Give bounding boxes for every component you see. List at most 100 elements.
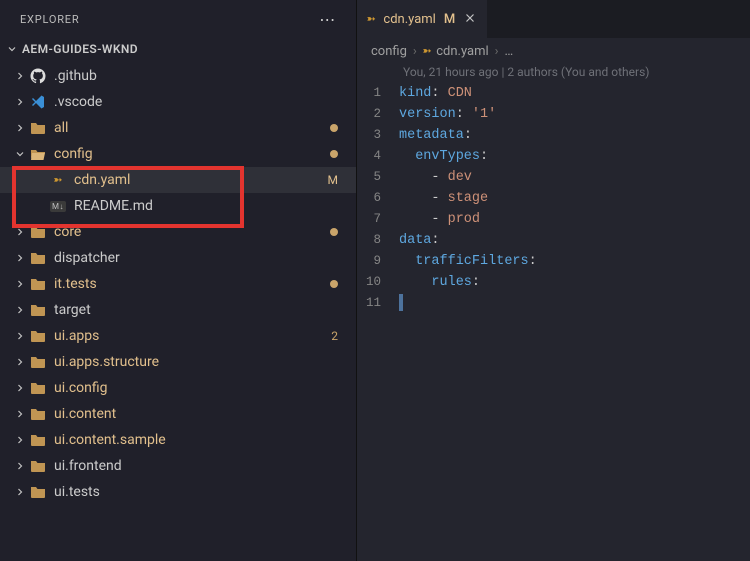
chevron-right-icon[interactable] <box>12 380 28 396</box>
code-line[interactable]: 8data: <box>357 230 750 251</box>
folder-ui-tests[interactable]: ui.tests <box>0 479 356 505</box>
file-cdn-yaml[interactable]: ➳cdn.yamlM <box>0 167 356 193</box>
line-number: 8 <box>357 230 399 251</box>
folder-icon <box>28 407 48 421</box>
chevron-right-icon[interactable] <box>12 68 28 84</box>
git-modified-dot-icon <box>330 280 338 288</box>
folder--github[interactable]: .github <box>0 63 356 89</box>
explorer-sidebar: EXPLORER ⋯ AEM-GUIDES-WKND .github .vscod… <box>0 0 357 561</box>
code-line[interactable]: 11 <box>357 293 750 314</box>
folder-icon <box>28 277 48 291</box>
chevron-right-icon[interactable] <box>12 94 28 110</box>
folder-config[interactable]: config <box>0 141 356 167</box>
tree-item-label: ui.content <box>54 406 324 422</box>
tree-item-label: ui.config <box>54 380 324 396</box>
github-icon <box>28 68 48 84</box>
line-number: 4 <box>357 146 399 167</box>
chevron-right-icon[interactable] <box>12 302 28 318</box>
folder-icon <box>28 459 48 473</box>
line-number: 10 <box>357 272 399 293</box>
code-line[interactable]: 3metadata: <box>357 125 750 146</box>
code-line[interactable]: 7 - prod <box>357 209 750 230</box>
code-line[interactable]: 9 trafficFilters: <box>357 251 750 272</box>
folder-it-tests[interactable]: it.tests <box>0 271 356 297</box>
folder-icon <box>28 329 48 343</box>
folder-ui-apps[interactable]: ui.apps2 <box>0 323 356 349</box>
file-readme-md[interactable]: M↓README.md <box>0 193 356 219</box>
folder-icon <box>28 433 48 447</box>
workspace-header[interactable]: AEM-GUIDES-WKND <box>0 37 356 61</box>
tree-item-label: ui.apps <box>54 328 324 344</box>
line-number: 3 <box>357 125 399 146</box>
yaml-icon: ➳ <box>48 175 68 186</box>
chevron-right-icon: › <box>495 44 499 59</box>
code-line[interactable]: 6 - stage <box>357 188 750 209</box>
tree-item-label: config <box>54 146 324 162</box>
tree-item-label: core <box>54 224 324 240</box>
code-line[interactable]: 2version: '1' <box>357 104 750 125</box>
line-number: 1 <box>357 83 399 104</box>
code-line[interactable]: 4 envTypes: <box>357 146 750 167</box>
more-actions-icon[interactable]: ⋯ <box>319 10 342 29</box>
git-blame-annotation: You, 21 hours ago | 2 authors (You and o… <box>357 63 750 83</box>
chevron-down-icon <box>4 41 20 57</box>
code-line[interactable]: 10 rules: <box>357 272 750 293</box>
tree-item-label: ui.frontend <box>54 458 324 474</box>
line-number: 6 <box>357 188 399 209</box>
close-icon[interactable] <box>463 11 477 29</box>
tree-item-label: .vscode <box>54 94 324 110</box>
line-number: 11 <box>357 293 399 314</box>
folder-target[interactable]: target <box>0 297 356 323</box>
chevron-right-icon[interactable] <box>12 224 28 240</box>
folder-ui-content[interactable]: ui.content <box>0 401 356 427</box>
tree-item-label: .github <box>54 68 324 84</box>
explorer-header: EXPLORER ⋯ <box>0 0 356 37</box>
breadcrumb-file[interactable]: ➳ cdn.yaml <box>423 44 489 59</box>
folder-icon <box>28 121 48 135</box>
chevron-right-icon[interactable] <box>12 276 28 292</box>
code-line[interactable]: 5 - dev <box>357 167 750 188</box>
folder-ui-apps-structure[interactable]: ui.apps.structure <box>0 349 356 375</box>
code-area[interactable]: 1kind: CDN2version: '1'3metadata:4 envTy… <box>357 83 750 314</box>
folder-core[interactable]: core <box>0 219 356 245</box>
tree-item-label: ui.tests <box>54 484 324 500</box>
tab-cdn-yaml[interactable]: ➳ cdn.yaml M <box>357 0 487 38</box>
code-line[interactable]: 1kind: CDN <box>357 83 750 104</box>
chevron-right-icon: › <box>413 44 417 59</box>
chevron-right-icon[interactable] <box>12 120 28 136</box>
chevron-right-icon[interactable] <box>12 328 28 344</box>
tree-item-label: cdn.yaml <box>74 172 324 188</box>
folder-dispatcher[interactable]: dispatcher <box>0 245 356 271</box>
tree-item-label: ui.apps.structure <box>54 354 324 370</box>
breadcrumb-file-label: cdn.yaml <box>436 44 488 59</box>
chevron-right-icon[interactable] <box>12 354 28 370</box>
git-modified-dot-icon <box>330 150 338 158</box>
chevron-right-icon[interactable] <box>12 432 28 448</box>
chevron-right-icon[interactable] <box>12 484 28 500</box>
folder-all[interactable]: all <box>0 115 356 141</box>
folder-ui-config[interactable]: ui.config <box>0 375 356 401</box>
line-number: 9 <box>357 251 399 272</box>
tab-filename: cdn.yaml <box>383 12 435 27</box>
folder-icon <box>28 303 48 317</box>
chevron-right-icon[interactable] <box>12 458 28 474</box>
folder-ui-content-sample[interactable]: ui.content.sample <box>0 427 356 453</box>
folder-icon <box>28 485 48 499</box>
tab-bar: ➳ cdn.yaml M <box>357 0 750 38</box>
chevron-right-icon[interactable] <box>12 406 28 422</box>
md-icon: M↓ <box>48 201 68 212</box>
git-status-decoration <box>324 147 338 161</box>
chevron-right-icon[interactable] <box>12 250 28 266</box>
explorer-title: EXPLORER <box>20 13 79 26</box>
breadcrumb-more[interactable]: … <box>505 44 514 59</box>
folder--vscode[interactable]: .vscode <box>0 89 356 115</box>
breadcrumb[interactable]: config › ➳ cdn.yaml › … <box>357 38 750 63</box>
folder-icon <box>28 225 48 239</box>
folder-ui-frontend[interactable]: ui.frontend <box>0 453 356 479</box>
workspace-name: AEM-GUIDES-WKND <box>22 42 138 56</box>
breadcrumb-folder[interactable]: config <box>371 44 407 59</box>
tree-item-label: it.tests <box>54 276 324 292</box>
git-status-decoration <box>324 277 338 291</box>
chevron-down-icon[interactable] <box>12 146 28 162</box>
vscode-icon <box>28 94 48 110</box>
